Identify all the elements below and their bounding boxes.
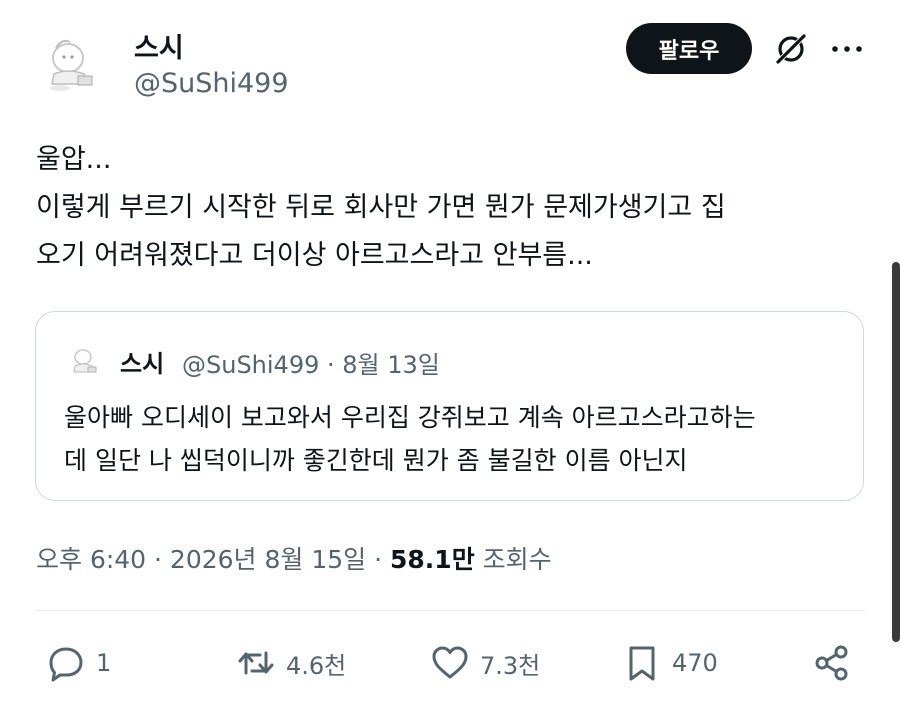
- tweet-meta: 오후 6:40 · 2026년 8월 15일 · 58.1만 조회수: [36, 540, 552, 576]
- divider: [35, 610, 865, 611]
- quote-line: 울아빠 오디세이 보고와서 우리집 강쥐보고 계속 아르고스라고하는: [64, 403, 756, 432]
- avatar-illustration: [34, 28, 106, 100]
- tweet-line: 울압...: [36, 144, 112, 175]
- quote-author-avatar: [66, 342, 102, 378]
- reply-button[interactable]: 1: [46, 637, 111, 689]
- heart-icon: [432, 646, 468, 679]
- reply-count: 1: [96, 649, 112, 677]
- repost-icon: [238, 651, 274, 675]
- quoted-tweet[interactable]: 스시 @SuShi499 · 8월 13일 울아빠 오디세이 보고와서 우리집 …: [35, 311, 864, 501]
- grok-icon[interactable]: [772, 30, 810, 68]
- share-button[interactable]: [812, 637, 852, 689]
- bookmark-count: 470: [672, 649, 718, 677]
- author-avatar[interactable]: [34, 28, 106, 100]
- scrollbar[interactable]: [892, 262, 900, 642]
- timestamp[interactable]: 오후 6:40 · 2026년 8월 15일 ·: [36, 545, 390, 574]
- tweet-line: 오기 어려워졌다고 더이상 아르고스라고 안부름...: [36, 240, 593, 271]
- like-button[interactable]: 7.3천: [430, 637, 540, 689]
- action-bar: 1 4.6천 7.3천 470: [0, 637, 900, 689]
- quote-author-name: 스시: [120, 350, 165, 378]
- tweet-line: 이렇게 부르기 시작한 뒤로 회사만 가면 뭔가 문제가생기고 집: [36, 192, 726, 223]
- quote-text: 울아빠 오디세이 보고와서 우리집 강쥐보고 계속 아르고스라고하는 데 일단 …: [64, 396, 854, 482]
- more-icon[interactable]: [828, 30, 866, 68]
- repost-count: 4.6천: [286, 651, 347, 680]
- reply-icon: [49, 647, 83, 682]
- share-icon: [815, 645, 848, 681]
- follow-button[interactable]: 팔로우: [626, 23, 752, 74]
- author-handle[interactable]: @SuShi499: [134, 68, 289, 99]
- bookmark-icon: [629, 646, 655, 681]
- repost-button[interactable]: 4.6천: [236, 637, 346, 689]
- quote-line: 데 일단 나 씹덕이니까 좋긴한데 뭔가 좀 불길한 이름 아닌지: [64, 446, 688, 475]
- views-count: 58.1만: [390, 545, 475, 574]
- author-name[interactable]: 스시: [134, 26, 184, 65]
- tweet-text: 울압... 이렇게 부르기 시작한 뒤로 회사만 가면 뭔가 문제가생기고 집 …: [36, 136, 876, 280]
- quote-meta: @SuShi499 · 8월 13일: [182, 351, 440, 379]
- bookmark-button[interactable]: 470: [622, 637, 718, 689]
- like-count: 7.3천: [480, 651, 541, 680]
- views-label: 조회수: [474, 545, 552, 574]
